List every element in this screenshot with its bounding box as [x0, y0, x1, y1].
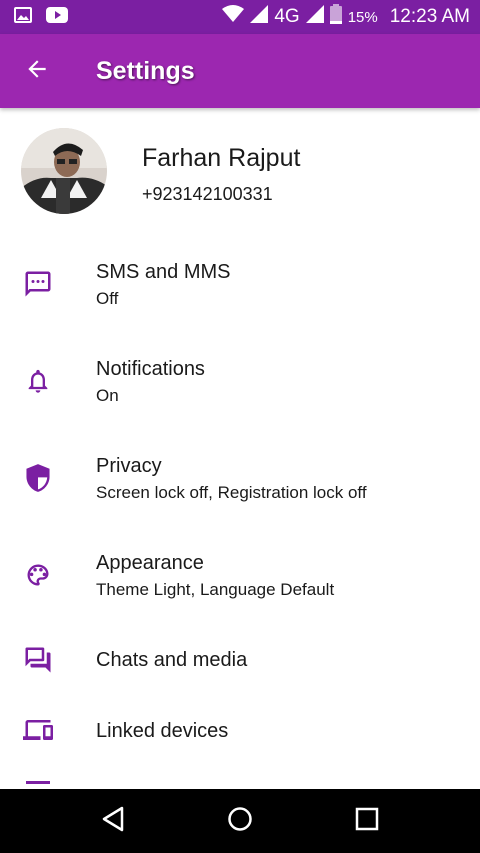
- profile-phone: +923142100331: [142, 184, 273, 204]
- bell-icon: [22, 365, 54, 397]
- settings-item-subtitle: Off: [96, 289, 119, 308]
- settings-item-title: Privacy: [96, 455, 162, 477]
- profile-row[interactable]: Farhan Rajput +923142100331: [0, 108, 480, 236]
- settings-item-title: Chats and media: [96, 649, 248, 671]
- wifi-icon: [222, 5, 245, 29]
- nav-recents-button[interactable]: [335, 789, 399, 853]
- settings-item-sms[interactable]: SMS and MMS Off: [0, 236, 480, 333]
- back-button[interactable]: [0, 34, 74, 108]
- settings-item-subtitle: Screen lock off, Registration lock off: [96, 483, 367, 502]
- app-bar: Settings: [0, 34, 480, 108]
- settings-list: SMS and MMS Off Notifications On Privacy…: [0, 236, 480, 786]
- settings-item-title: SMS and MMS: [96, 261, 231, 283]
- battery-icon: [329, 4, 342, 30]
- shield-icon: [22, 462, 54, 494]
- network-type-label: 4G: [274, 6, 300, 27]
- signal-icon-secondary: [305, 5, 324, 29]
- status-bar: 4G 15% 12:23 AM: [0, 0, 480, 34]
- chats-icon: [22, 644, 54, 676]
- settings-item-chats-media[interactable]: Chats and media: [0, 624, 480, 695]
- page-title: Settings: [96, 56, 195, 85]
- back-triangle-icon: [100, 805, 126, 838]
- chat-bubble-icon: [22, 268, 54, 300]
- recents-square-icon: [355, 807, 379, 836]
- system-nav-bar: [0, 789, 480, 853]
- settings-item-title: Linked devices: [96, 720, 229, 742]
- settings-item-privacy[interactable]: Privacy Screen lock off, Registration lo…: [0, 430, 480, 527]
- signal-icon: [250, 5, 269, 29]
- palette-icon: [22, 559, 54, 591]
- profile-name: Farhan Rajput: [142, 144, 301, 172]
- settings-item-notifications[interactable]: Notifications On: [0, 333, 480, 430]
- avatar[interactable]: [21, 128, 107, 214]
- settings-item-title: Appearance: [96, 552, 204, 574]
- settings-item-title: Notifications: [96, 358, 205, 380]
- settings-item-linked-devices[interactable]: Linked devices: [0, 695, 480, 766]
- nav-home-button[interactable]: [208, 789, 272, 853]
- settings-item-subtitle: Theme Light, Language Default: [96, 580, 335, 599]
- battery-percent: 15%: [347, 8, 378, 26]
- home-circle-icon: [227, 806, 253, 837]
- devices-icon: [22, 714, 54, 746]
- image-icon: [14, 6, 32, 28]
- nav-back-button[interactable]: [81, 789, 145, 853]
- arrow-left-icon: [24, 56, 50, 87]
- settings-item-partial[interactable]: [0, 766, 480, 786]
- settings-item-appearance[interactable]: Appearance Theme Light, Language Default: [0, 527, 480, 624]
- settings-item-subtitle: On: [96, 386, 119, 405]
- partial-icon: [26, 781, 50, 785]
- youtube-icon: [46, 6, 68, 28]
- clock: 12:23 AM: [389, 6, 470, 27]
